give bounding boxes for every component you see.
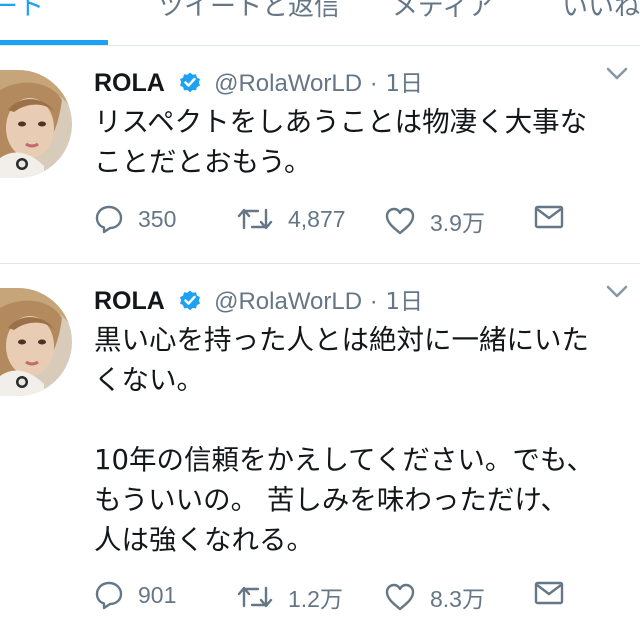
tweet-text-blank-line — [94, 400, 640, 440]
display-name[interactable]: ROLA — [94, 287, 165, 315]
tab-media[interactable]: メディア — [392, 0, 494, 23]
retweet-count: 1.2万 — [288, 586, 343, 612]
tweet-text-line: 10年の信頼をかえしてください。でも、 — [94, 444, 595, 476]
heart-icon — [385, 583, 415, 611]
like-count: 3.9万 — [430, 210, 485, 236]
like-button[interactable]: 8.3万 — [384, 580, 485, 614]
tweet-actions: 901 1.2万 8.3万 — [94, 580, 634, 614]
retweet-icon — [237, 586, 273, 608]
retweet-icon — [237, 208, 273, 230]
tweet-text-line: 黒い心を持った人とは絶対に一緒にいた — [94, 324, 589, 356]
reply-count: 901 — [138, 581, 177, 608]
tab-likes[interactable]: いいね — [562, 0, 640, 23]
retweet-button[interactable]: 1.2万 — [236, 580, 343, 614]
retweet-count: 4,877 — [288, 205, 346, 232]
tweet-timestamp[interactable]: 1日 — [385, 71, 423, 97]
active-tab-indicator — [0, 40, 108, 45]
user-handle[interactable]: @RolaWorLD — [214, 288, 362, 315]
tweet-actions: 350 4,877 3.9万 — [94, 204, 634, 238]
reply-button[interactable]: 350 — [94, 204, 176, 234]
display-name[interactable]: ROLA — [94, 69, 165, 97]
tweet[interactable]: ROLA @RolaWorLD · 1日 黒い心を持った人とは絶対に一緒にいた … — [0, 264, 640, 640]
chevron-down-icon[interactable] — [606, 284, 628, 304]
avatar[interactable] — [0, 288, 72, 396]
share-button[interactable] — [534, 580, 578, 606]
tab-tweets-and-replies[interactable]: ツイートと返信 — [158, 0, 340, 23]
tweet-header: ROLA @RolaWorLD · 1日 — [94, 64, 423, 100]
tweet-text-line: 人は強くなれる。 — [94, 524, 314, 556]
reply-button[interactable]: 901 — [94, 580, 176, 610]
tweet-timestamp[interactable]: 1日 — [385, 289, 423, 315]
tweet-header: ROLA @RolaWorLD · 1日 — [94, 282, 423, 318]
verified-badge-icon — [178, 288, 202, 318]
tweet-text-line: ことだとおもう。 — [94, 146, 312, 178]
chevron-down-icon[interactable] — [606, 66, 628, 86]
retweet-button[interactable]: 4,877 — [236, 204, 346, 234]
like-count: 8.3万 — [430, 586, 485, 612]
like-button[interactable]: 3.9万 — [384, 204, 485, 238]
tweet-text-line: リスペクトをしあうことは物凄く大事な — [94, 106, 588, 138]
verified-badge-icon — [178, 70, 202, 100]
reply-count: 350 — [138, 205, 177, 232]
heart-icon — [385, 207, 415, 235]
mail-icon — [534, 581, 564, 605]
user-handle[interactable]: @RolaWorLD — [214, 70, 362, 97]
mail-icon — [534, 205, 564, 229]
separator-dot: · — [369, 288, 378, 315]
tweet[interactable]: ROLA @RolaWorLD · 1日 リスペクトをしあうことは物凄く大事な … — [0, 46, 640, 264]
share-button[interactable] — [534, 204, 578, 230]
tweet-text: 黒い心を持った人とは絶対に一緒にいた くない。 10年の信頼をかえしてください。… — [94, 320, 640, 560]
reply-icon — [95, 581, 123, 610]
avatar[interactable] — [0, 70, 72, 178]
separator-dot: · — [369, 70, 378, 97]
reply-icon — [95, 205, 123, 234]
tab-tweets[interactable]: ート — [0, 0, 44, 23]
profile-tab-bar: ート ツイートと返信 メディア いいね — [0, 0, 640, 46]
tweet-text-line: もういいの。 苦しみを味わっただけ、 — [94, 484, 569, 516]
tweet-text: リスペクトをしあうことは物凄く大事な ことだとおもう。 — [94, 102, 640, 182]
tweet-text-line: くない。 — [94, 364, 204, 396]
